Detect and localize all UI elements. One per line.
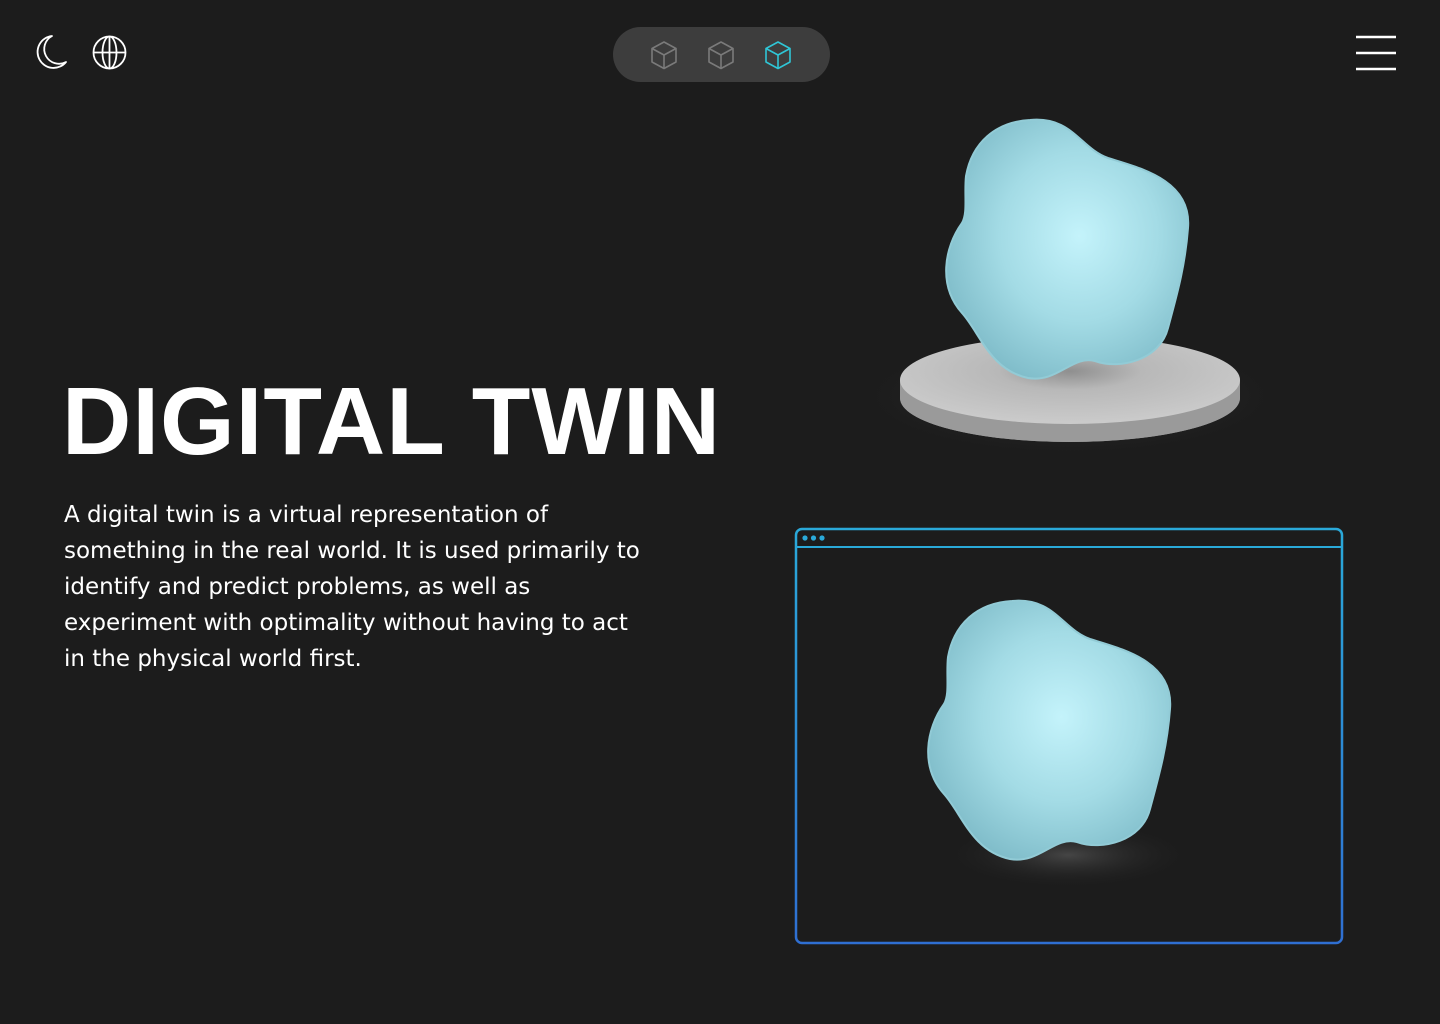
view-switcher [613, 27, 830, 82]
page-title: DIGITAL TWIN [62, 368, 722, 475]
virtual-window [794, 527, 1344, 945]
cube-icon[interactable] [648, 39, 680, 71]
hamburger-menu-icon[interactable] [1353, 33, 1399, 73]
physical-object-illustration [852, 118, 1288, 458]
cube-icon-active[interactable] [762, 39, 794, 71]
page: DIGITAL TWIN A digital twin is a virtual… [0, 0, 1440, 1024]
globe-icon[interactable] [91, 34, 128, 71]
moon-icon[interactable] [32, 33, 70, 71]
hero-description: A digital twin is a virtual representati… [64, 502, 640, 672]
cube-icon[interactable] [705, 39, 737, 71]
